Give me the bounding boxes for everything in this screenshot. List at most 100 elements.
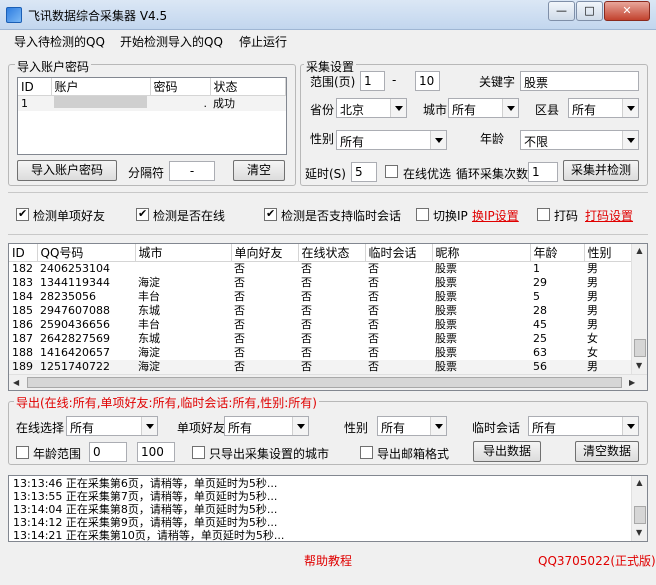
online-pref-checkbox[interactable] bbox=[385, 165, 398, 178]
col-nickname[interactable]: 昵称 bbox=[432, 244, 531, 262]
log-vscrollbar[interactable]: ▲ ▼ bbox=[631, 476, 647, 541]
range-to-input[interactable]: 10 bbox=[415, 71, 440, 91]
chevron-down-icon bbox=[622, 131, 638, 149]
cell-nickname: 股票 bbox=[435, 304, 457, 317]
city-select[interactable]: 所有 bbox=[448, 98, 519, 118]
table-row[interactable]: 184 28235056 丰台 否 否 否 股票 5 男 bbox=[9, 290, 633, 304]
export-temp-select[interactable]: 所有 bbox=[528, 416, 639, 436]
province-select[interactable]: 北京 bbox=[336, 98, 407, 118]
table-row[interactable]: 189 1251740722 海淀 否 否 否 股票 56 男 bbox=[9, 359, 633, 374]
col-account[interactable]: 账户 bbox=[51, 78, 151, 96]
table-row[interactable]: 1 . 成功 bbox=[18, 95, 286, 111]
col-temp-chat[interactable]: 临时会话 bbox=[365, 244, 433, 262]
online-check-checkbox[interactable] bbox=[136, 207, 149, 221]
chevron-down-icon bbox=[430, 417, 446, 435]
age-select[interactable]: 不限 bbox=[520, 130, 639, 150]
loop-input[interactable]: 1 bbox=[528, 162, 558, 182]
city-value: 所有 bbox=[452, 103, 477, 117]
temp-chat-checkbox[interactable] bbox=[264, 207, 277, 221]
gender-select[interactable]: 所有 bbox=[336, 130, 447, 150]
minimize-button[interactable]: — bbox=[548, 1, 575, 21]
separator-label: 分隔符 bbox=[128, 166, 165, 180]
menu-stop[interactable]: 停止运行 bbox=[239, 33, 287, 50]
results-vscrollbar[interactable]: ▲ ▼ bbox=[631, 244, 647, 374]
scroll-down-icon[interactable]: ▼ bbox=[636, 528, 642, 537]
table-row[interactable]: 187 2642827569 东城 否 否 否 股票 25 女 bbox=[9, 332, 633, 346]
col-single-friend[interactable]: 单向好友 bbox=[231, 244, 299, 262]
scroll-up-icon[interactable]: ▲ bbox=[632, 246, 647, 255]
collect-button[interactable]: 采集并检测 bbox=[563, 160, 639, 181]
age-to-input[interactable]: 100 bbox=[137, 442, 175, 462]
col-age[interactable]: 年龄 bbox=[530, 244, 585, 262]
account-table[interactable]: ID 账户 密码 状态 1 . 成功 bbox=[17, 77, 287, 155]
table-row[interactable]: 186 2590436656 丰台 否 否 否 股票 45 男 bbox=[9, 318, 633, 332]
separator-input[interactable]: - bbox=[169, 161, 215, 181]
cell-id: 185 bbox=[12, 304, 33, 317]
log-line: 13:13:46 正在采集第6页，请稍等，单页延时为5秒... bbox=[13, 477, 278, 490]
cell-temp-chat: 否 bbox=[368, 318, 379, 331]
captcha-label: 打码 bbox=[554, 209, 579, 223]
scroll-down-icon[interactable]: ▼ bbox=[636, 361, 642, 370]
export-data-button[interactable]: 导出数据 bbox=[473, 441, 541, 462]
cell-city: 东城 bbox=[138, 304, 160, 317]
results-hscrollbar[interactable]: ◀ ▶ bbox=[9, 374, 647, 390]
maximize-button[interactable]: □ bbox=[576, 1, 603, 21]
table-row[interactable]: 188 1416420657 海淀 否 否 否 股票 63 女 bbox=[9, 346, 633, 360]
col-city[interactable]: 城市 bbox=[135, 244, 232, 262]
only-city-checkbox[interactable] bbox=[192, 446, 205, 459]
captcha-settings-link[interactable]: 打码设置 bbox=[585, 207, 633, 224]
results-table[interactable]: ID QQ号码 城市 单向好友 在线状态 临时会话 昵称 年龄 性别 182 2406253104… bbox=[8, 243, 648, 391]
range-from-input[interactable]: 1 bbox=[360, 71, 385, 91]
clear-accounts-button[interactable]: 清空 bbox=[233, 160, 285, 181]
ip-settings-link[interactable]: 换IP设置 bbox=[472, 207, 519, 224]
age-label: 年龄 bbox=[480, 132, 505, 146]
cell-qq: 1344119344 bbox=[40, 276, 110, 289]
help-link[interactable]: 帮助教程 bbox=[304, 552, 352, 569]
cell-city: 海淀 bbox=[138, 276, 160, 289]
scroll-up-icon[interactable]: ▲ bbox=[632, 478, 647, 487]
age-range-checkbox[interactable] bbox=[16, 446, 29, 459]
scroll-left-icon[interactable]: ◀ bbox=[13, 378, 19, 387]
col-gender[interactable]: 性别 bbox=[584, 244, 633, 262]
export-gender-select[interactable]: 所有 bbox=[377, 416, 447, 436]
col-status[interactable]: 状态 bbox=[210, 78, 286, 96]
export-gender-value: 所有 bbox=[381, 421, 406, 435]
scroll-thumb[interactable] bbox=[634, 339, 646, 357]
chevron-down-icon bbox=[141, 417, 157, 435]
delay-input[interactable]: 5 bbox=[351, 162, 377, 182]
district-select[interactable]: 所有 bbox=[568, 98, 639, 118]
online-check-label: 检测是否在线 bbox=[153, 209, 226, 223]
age-from-input[interactable]: 0 bbox=[89, 442, 127, 462]
menu-import-qq[interactable]: 导入待检测的QQ bbox=[14, 33, 105, 50]
keyword-input[interactable]: 股票 bbox=[520, 71, 639, 91]
cell-id: 1 bbox=[21, 97, 28, 110]
col-id[interactable]: ID bbox=[9, 244, 38, 262]
log-panel[interactable]: 13:13:46 正在采集第6页，请稍等，单页延时为5秒... 13:13:55 … bbox=[8, 475, 648, 542]
table-row[interactable]: 182 2406253104 否 否 否 股票 1 男 bbox=[9, 262, 633, 276]
col-id[interactable]: ID bbox=[18, 78, 52, 96]
cell-qq: 1416420657 bbox=[40, 346, 110, 359]
age-range-label: 年龄范围 bbox=[33, 447, 82, 461]
export-online-select[interactable]: 所有 bbox=[66, 416, 158, 436]
col-password[interactable]: 密码 bbox=[150, 78, 211, 96]
h-scroll-thumb[interactable] bbox=[27, 377, 622, 388]
col-qq[interactable]: QQ号码 bbox=[37, 244, 136, 262]
scroll-right-icon[interactable]: ▶ bbox=[629, 378, 635, 387]
mail-format-checkbox[interactable] bbox=[360, 446, 373, 459]
single-friend-checkbox[interactable] bbox=[16, 207, 29, 221]
cell-city: 丰台 bbox=[138, 318, 160, 331]
cell-nickname: 股票 bbox=[435, 318, 457, 331]
cell-age: 5 bbox=[533, 290, 540, 303]
switch-ip-checkbox[interactable] bbox=[416, 208, 429, 221]
export-single-select[interactable]: 所有 bbox=[224, 416, 309, 436]
table-row[interactable]: 183 1344119344 海淀 否 否 否 股票 29 男 bbox=[9, 276, 633, 290]
menu-start-check[interactable]: 开始检测导入的QQ bbox=[120, 33, 223, 50]
col-online[interactable]: 在线状态 bbox=[298, 244, 366, 262]
clear-data-button[interactable]: 清空数据 bbox=[575, 441, 639, 462]
table-row[interactable]: 185 2947607088 东城 否 否 否 股票 28 男 bbox=[9, 304, 633, 318]
import-account-button[interactable]: 导入账户密码 bbox=[17, 160, 117, 181]
close-button[interactable]: ✕ bbox=[604, 1, 650, 21]
scroll-thumb[interactable] bbox=[634, 506, 646, 524]
captcha-checkbox[interactable] bbox=[537, 208, 550, 221]
log-line: 13:13:55 正在采集第7页，请稍等，单页延时为5秒... bbox=[13, 490, 278, 503]
